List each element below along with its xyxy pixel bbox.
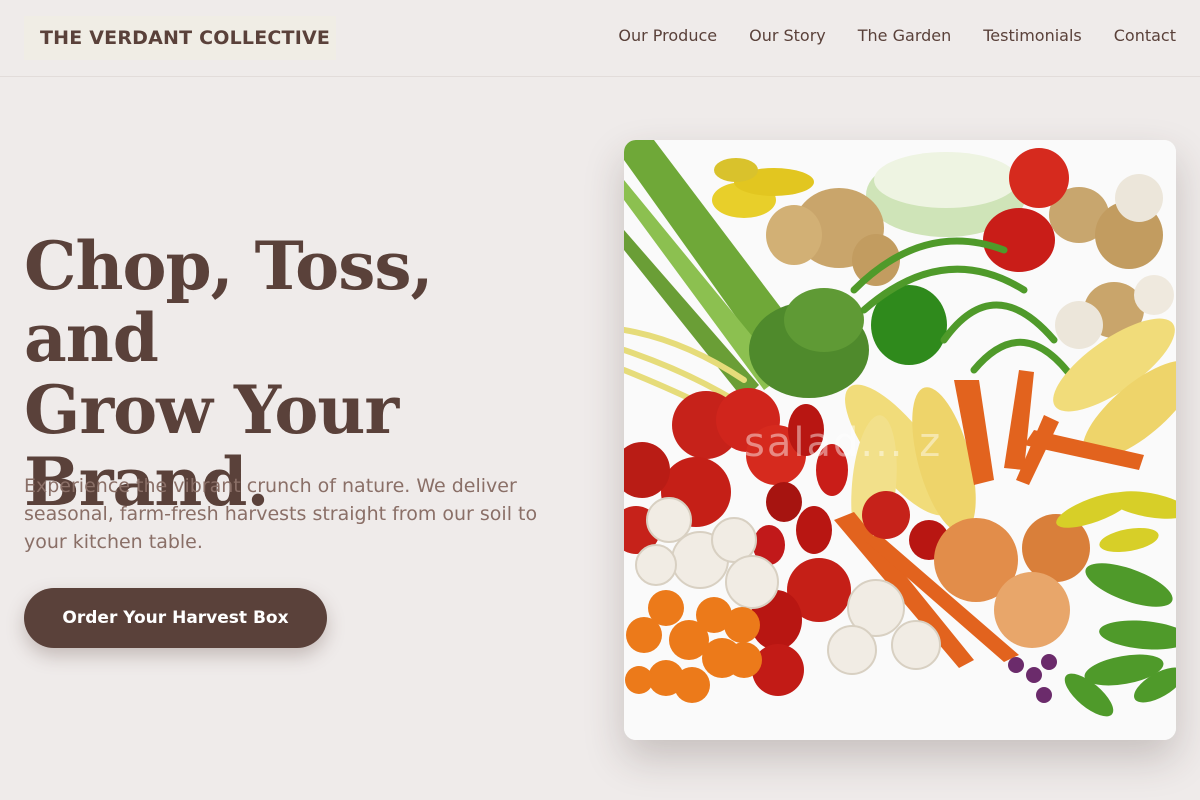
top-navigation-bar: THE VERDANT COLLECTIVE Our Produce Our S… (0, 0, 1200, 77)
image-watermark: salad... z (744, 420, 943, 466)
brand-logo[interactable]: THE VERDANT COLLECTIVE (24, 16, 336, 60)
nav-link-testimonials[interactable]: Testimonials (983, 26, 1082, 45)
nav-link-our-produce[interactable]: Our Produce (618, 26, 717, 45)
nav-link-our-story[interactable]: Our Story (749, 26, 826, 45)
nav-link-the-garden[interactable]: The Garden (858, 26, 951, 45)
order-harvest-box-button[interactable]: Order Your Harvest Box (24, 588, 327, 648)
hero-vegetables-image: salad... z (624, 140, 1176, 740)
main-nav: Our Produce Our Story The Garden Testimo… (618, 26, 1176, 45)
hero-title-line-1: Chop, Toss, and (24, 227, 433, 377)
nav-link-contact[interactable]: Contact (1114, 26, 1176, 45)
hero-title-line-2: Grow Your (24, 371, 399, 449)
hero-subtitle: Experience the vibrant crunch of nature.… (24, 475, 538, 553)
